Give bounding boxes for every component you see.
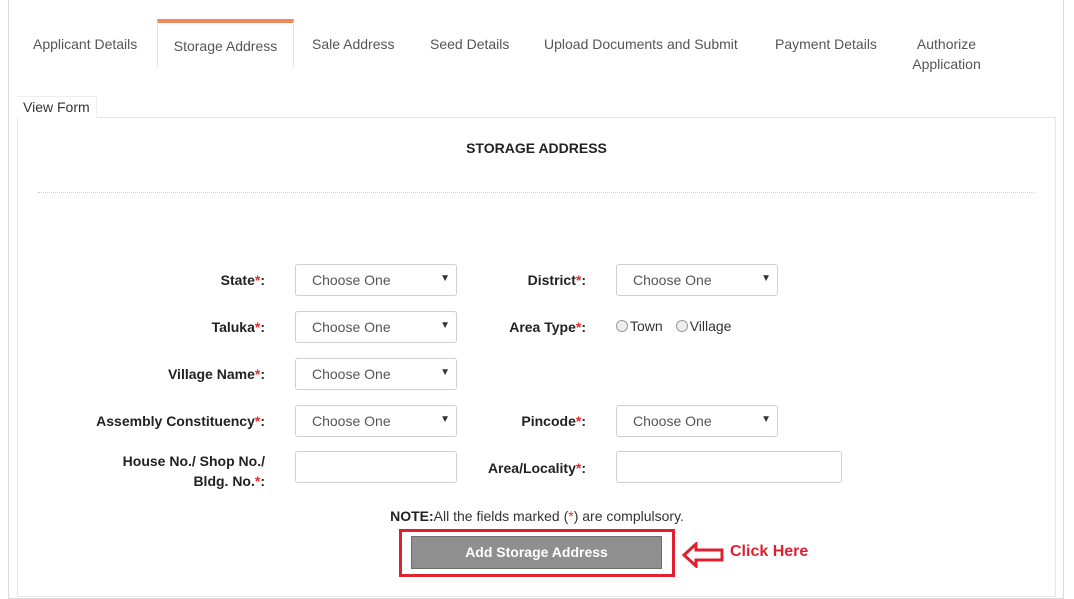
tab-storage-address[interactable]: Storage Address: [157, 19, 294, 67]
tab-label: Seed Details: [430, 36, 510, 52]
view-form-label: View Form: [23, 99, 90, 115]
house-no-label: House No./ Shop No./ Bldg. No.*:: [122, 453, 265, 489]
view-form-tab[interactable]: View Form: [17, 96, 97, 118]
area-locality-label: Area/Locality*:: [487, 460, 586, 476]
add-storage-address-button[interactable]: Add Storage Address: [411, 536, 662, 569]
tab-applicant-details[interactable]: Applicant Details: [33, 34, 137, 54]
title-divider: [38, 192, 1034, 193]
tab-payment-details[interactable]: Payment Details: [775, 34, 877, 54]
tab-bar: Applicant Details Storage Address Sale A…: [10, 0, 1064, 72]
tab-authorize-application[interactable]: Authorize Application: [910, 34, 983, 74]
assembly-constituency-label: Assembly Constituency*:: [96, 413, 265, 429]
tab-upload-documents[interactable]: Upload Documents and Submit: [544, 34, 738, 54]
tab-label: Storage Address: [173, 38, 278, 54]
area-type-radios: Town Village: [616, 318, 731, 334]
town-label: Town: [630, 318, 663, 334]
caret-down-icon: ▼: [440, 414, 450, 425]
required-note: NOTE:All the fields marked (*) are compl…: [390, 508, 684, 524]
arrow-left-outline-icon: [682, 542, 724, 568]
assembly-select-value: Choose One: [312, 413, 391, 429]
tab-label: Upload Documents and Submit: [544, 36, 738, 52]
assembly-constituency-select[interactable]: Choose One ▼: [295, 405, 457, 437]
caret-down-icon: ▼: [440, 273, 450, 284]
tab-label: Sale Address: [312, 36, 395, 52]
tab-label: Applicant Details: [33, 36, 138, 52]
village-name-select[interactable]: Choose One ▼: [295, 358, 457, 390]
tab-sale-address[interactable]: Sale Address: [312, 34, 395, 54]
taluka-select-value: Choose One: [312, 319, 391, 335]
caret-down-icon: ▼: [761, 273, 771, 284]
caret-down-icon: ▼: [761, 414, 771, 425]
tab-label-line1: Authorize: [916, 36, 977, 52]
pincode-select-value: Choose One: [633, 413, 712, 429]
house-no-input[interactable]: [295, 451, 457, 483]
tab-seed-details[interactable]: Seed Details: [430, 34, 509, 54]
click-here-annotation: Click Here: [730, 543, 809, 560]
district-select[interactable]: Choose One ▼: [616, 264, 778, 296]
village-label: Village: [689, 318, 732, 334]
state-label: State*:: [220, 272, 265, 288]
caret-down-icon: ▼: [440, 367, 450, 378]
district-select-value: Choose One: [633, 272, 712, 288]
pincode-label: Pincode*:: [521, 413, 586, 429]
tab-label-line2: Application: [912, 56, 981, 72]
area-type-label: Area Type*:: [509, 319, 586, 335]
state-select[interactable]: Choose One ▼: [295, 264, 457, 296]
village-name-select-value: Choose One: [312, 366, 391, 382]
form-panel: [17, 117, 1056, 597]
page-title: STORAGE ADDRESS: [466, 140, 607, 156]
taluka-select[interactable]: Choose One ▼: [295, 311, 457, 343]
taluka-label: Taluka*:: [211, 319, 265, 335]
state-select-value: Choose One: [312, 272, 391, 288]
area-locality-input[interactable]: [616, 451, 842, 483]
village-name-label: Village Name*:: [167, 366, 265, 382]
village-radio[interactable]: [675, 320, 688, 332]
caret-down-icon: ▼: [440, 320, 450, 331]
town-radio[interactable]: [616, 320, 628, 332]
pincode-select[interactable]: Choose One ▼: [616, 405, 778, 437]
tab-label: Payment Details: [775, 36, 877, 52]
district-label: District*:: [527, 272, 586, 288]
